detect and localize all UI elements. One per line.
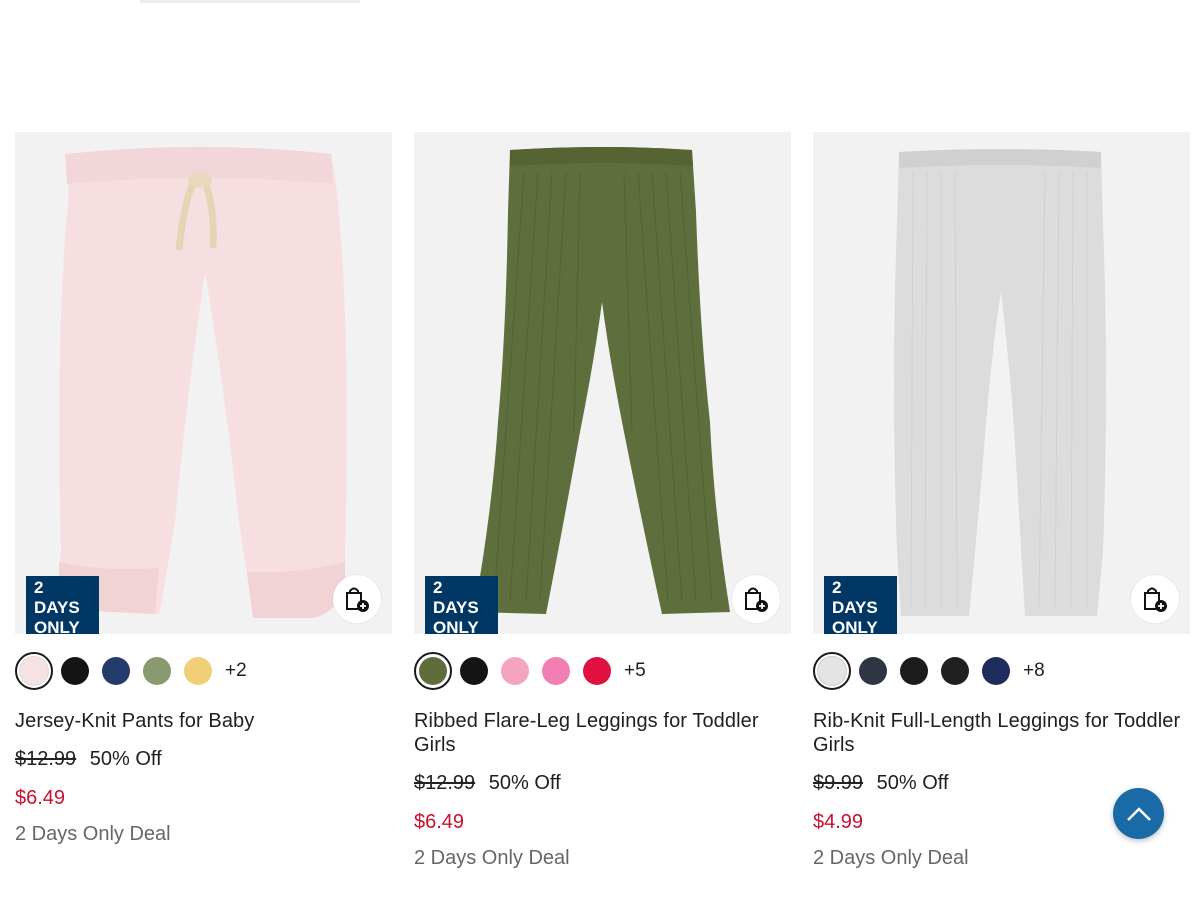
deal-badge-line1: 2 DAYS [832,578,878,617]
chevron-up-icon [1126,806,1151,821]
color-swatch[interactable] [941,657,969,685]
product-card[interactable]: 2 DAYS ONLY +2 Jersey-Knit Pants for Bab… [15,132,392,870]
color-swatch-selected[interactable] [414,652,452,690]
jogger-pants-image [59,147,347,619]
product-image[interactable]: 2 DAYS ONLY [15,132,392,634]
product-image[interactable]: 2 DAYS ONLY [813,132,1190,634]
deal-badge: 2 DAYS ONLY [425,576,498,634]
price-row: $12.99 50% Off [414,771,791,795]
sale-price: $6.49 [414,811,465,833]
sale-price: $6.49 [15,787,66,809]
price-row: $12.99 50% Off [15,747,392,771]
product-grid: 2 DAYS ONLY +2 Jersey-Knit Pants for Bab… [15,132,1190,870]
deal-badge: 2 DAYS ONLY [26,576,99,634]
shopping-bag-plus-icon [1144,587,1167,612]
color-swatch[interactable] [501,657,529,685]
color-swatch-selected[interactable] [15,652,53,690]
color-swatch[interactable] [583,657,611,685]
original-price: $12.99 [15,748,77,770]
product-title[interactable]: Rib-Knit Full-Length Leggings for Toddle… [813,709,1190,757]
color-swatch[interactable] [102,657,130,685]
discount-label: 50% Off [488,772,561,794]
original-price: $9.99 [813,772,864,794]
product-title[interactable]: Jersey-Knit Pants for Baby [15,709,392,733]
color-swatch[interactable] [982,657,1010,685]
color-swatches: +8 [813,651,1190,691]
add-to-bag-button[interactable] [732,575,780,623]
more-colors-count[interactable]: +8 [1023,660,1045,682]
more-colors-count[interactable]: +5 [624,660,646,682]
color-swatch[interactable] [859,657,887,685]
deal-badge-line2: ONLY [832,618,878,634]
color-swatch[interactable] [61,657,89,685]
discount-label: 50% Off [876,772,949,794]
deal-badge: 2 DAYS ONLY [824,576,897,634]
color-swatch[interactable] [460,657,488,685]
color-swatch[interactable] [143,657,171,685]
shopping-bag-plus-icon [745,587,768,612]
top-divider [140,0,360,3]
more-colors-count[interactable]: +2 [225,660,247,682]
deal-text: 2 Days Only Deal [414,847,570,869]
color-swatches: +5 [414,651,791,691]
product-card[interactable]: 2 DAYS ONLY +8 Rib-Knit Full-Length Legg… [813,132,1190,870]
product-title[interactable]: Ribbed Flare-Leg Leggings for Toddler Gi… [414,709,791,757]
discount-label: 50% Off [89,748,162,770]
scroll-to-top-button[interactable] [1113,788,1164,839]
deal-badge-line2: ONLY [433,618,479,634]
rib-leggings-image [894,149,1106,616]
product-image[interactable]: 2 DAYS ONLY [414,132,791,634]
shopping-bag-plus-icon [346,587,369,612]
add-to-bag-button[interactable] [333,575,381,623]
color-swatch[interactable] [900,657,928,685]
deal-badge-line1: 2 DAYS [34,578,80,617]
flare-leggings-image [474,147,730,614]
deal-badge-line2: ONLY [34,618,80,634]
color-swatch-selected[interactable] [813,652,851,690]
original-price: $12.99 [414,772,476,794]
color-swatch[interactable] [542,657,570,685]
deal-text: 2 Days Only Deal [15,823,171,845]
deal-badge-line1: 2 DAYS [433,578,479,617]
add-to-bag-button[interactable] [1131,575,1179,623]
color-swatches: +2 [15,651,392,691]
product-card[interactable]: 2 DAYS ONLY +5 Ribbed Flare-Leg Leggings… [414,132,791,870]
color-swatch[interactable] [184,657,212,685]
deal-text: 2 Days Only Deal [813,847,969,869]
